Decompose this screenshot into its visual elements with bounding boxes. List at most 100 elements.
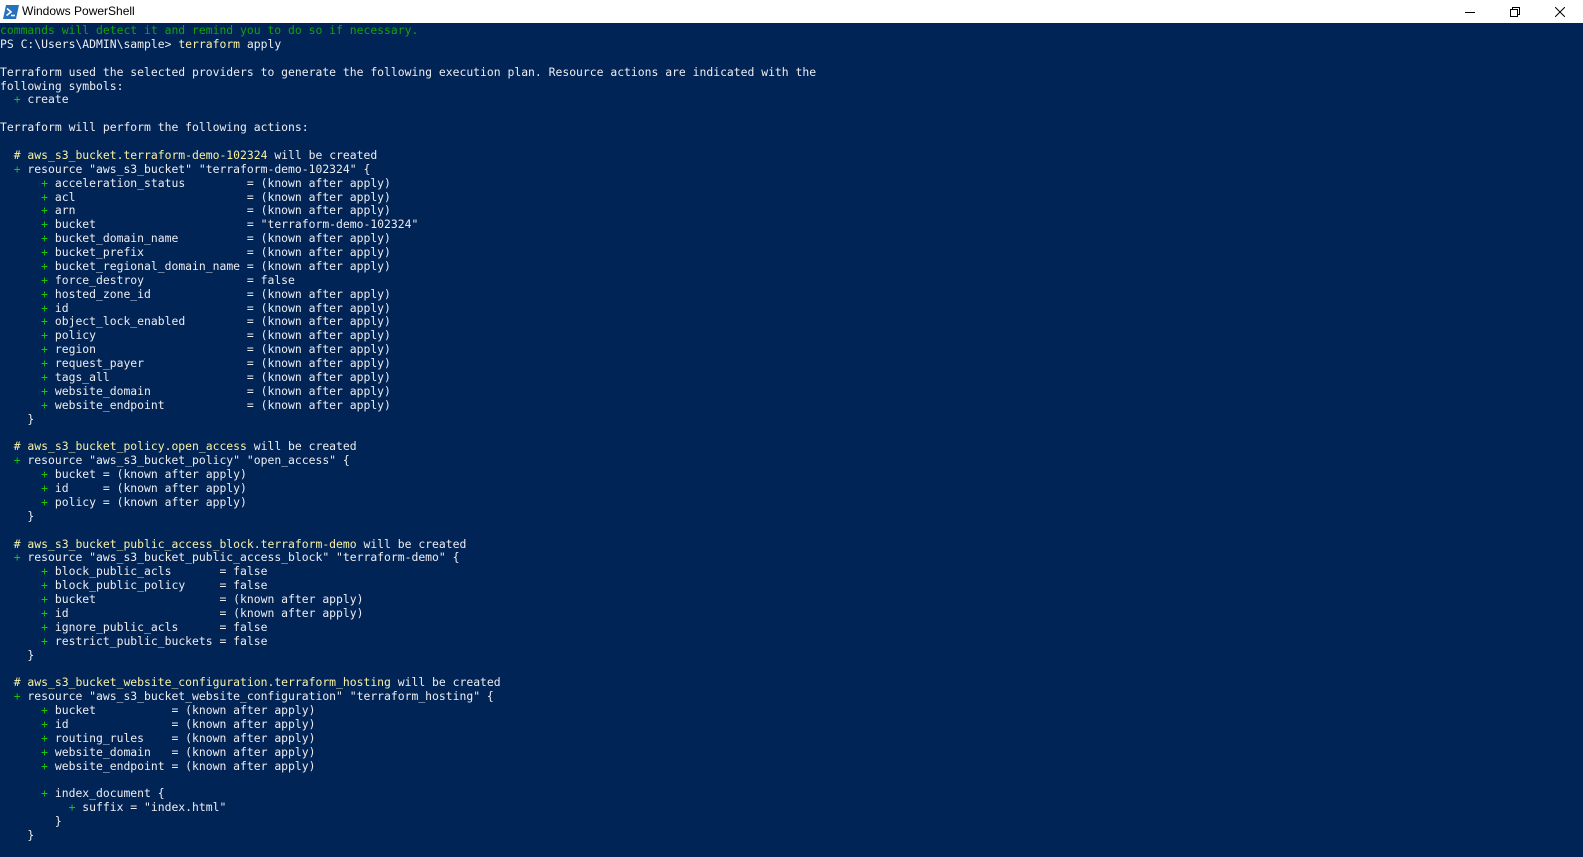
console-line: + resource "aws_s3_bucket_website_config…: [0, 689, 494, 703]
console-text: bucket = "terraform-demo-102324": [48, 217, 419, 232]
console-text: policy = (known after apply): [48, 494, 247, 509]
console-text: # aws_s3_bucket.terraform-demo-102324: [13, 147, 268, 162]
plus-marker: +: [41, 758, 49, 773]
console-text: terraform: [178, 36, 241, 51]
plus-marker: +: [41, 245, 49, 260]
console-line: # aws_s3_bucket_policy.open_access will …: [0, 439, 357, 453]
console-line: + bucket_domain_name = (known after appl…: [0, 231, 391, 245]
console-text: website_endpoint = (known after apply): [48, 397, 391, 412]
console-line: following symbols:: [0, 79, 123, 93]
plus-marker: +: [41, 730, 49, 745]
console-output[interactable]: commands will detect it and remind you t…: [0, 23, 1583, 857]
plus-marker: +: [41, 786, 49, 801]
console-text: create: [20, 92, 69, 107]
minimize-icon: [1464, 2, 1475, 21]
console-text: PS C:\Users\ADMIN\sample>: [0, 36, 179, 51]
console-text: suffix = "index.html": [75, 800, 227, 815]
restore-button[interactable]: [1492, 0, 1537, 23]
console-line: # aws_s3_bucket_public_access_block.terr…: [0, 537, 467, 551]
console-line: + resource "aws_s3_bucket_policy" "open_…: [0, 453, 350, 467]
console-text: region = (known after apply): [48, 342, 391, 357]
close-icon: [1554, 2, 1565, 21]
plus-marker: +: [41, 175, 49, 190]
powershell-icon: [3, 4, 19, 19]
console-text: website_domain = (known after apply): [48, 383, 391, 398]
console-line: + acl = (known after apply): [0, 190, 391, 204]
console-text: commands will detect it and remind you t…: [0, 23, 419, 37]
plus-marker: +: [13, 92, 21, 107]
plus-marker: +: [41, 605, 49, 620]
console-text: bucket = (known after apply): [48, 467, 247, 482]
console-text: will be created: [246, 439, 357, 454]
console-text: }: [0, 828, 35, 843]
window-title: Windows PowerShell: [22, 4, 135, 18]
plus-marker: +: [41, 286, 49, 301]
plus-marker: +: [13, 161, 21, 176]
console-line: + force_destroy = false: [0, 273, 295, 287]
console-text: index_document {: [48, 786, 165, 801]
console-line: + region = (known after apply): [0, 342, 391, 356]
console-line: Terraform will perform the following act…: [0, 120, 309, 134]
console-line: + resource "aws_s3_bucket_public_access_…: [0, 550, 460, 565]
plus-marker: +: [13, 689, 21, 704]
console-line: commands will detect it and remind you t…: [0, 23, 418, 37]
console-text: block_public_acls = false: [48, 564, 268, 579]
console-text: will be created: [390, 675, 501, 690]
plus-marker: +: [41, 467, 49, 482]
console-text: force_destroy = false: [48, 272, 295, 287]
console-line: + id = (known after apply): [0, 481, 247, 495]
console-text: hosted_zone_id = (known after apply): [48, 286, 391, 301]
console-line: # aws_s3_bucket_website_configuration.te…: [0, 675, 501, 689]
console-text: Terraform will perform the following act…: [0, 120, 309, 135]
console-text: id = (known after apply): [48, 605, 364, 620]
console-text: bucket = (known after apply): [48, 703, 316, 718]
console-text: # aws_s3_bucket_website_configuration.te…: [13, 675, 391, 690]
console-line: + block_public_acls = false: [0, 564, 267, 578]
plus-marker: +: [41, 189, 49, 204]
plus-marker: +: [41, 744, 49, 759]
console-text: resource "aws_s3_bucket_website_configur…: [20, 689, 494, 704]
console-text: object_lock_enabled = (known after apply…: [48, 314, 391, 329]
console-text: resource "aws_s3_bucket" "terraform-demo…: [20, 161, 371, 176]
console-line: + hosted_zone_id = (known after apply): [0, 287, 391, 301]
console-text: bucket_regional_domain_name = (known aft…: [48, 258, 391, 273]
console-text: website_domain = (known after apply): [48, 744, 316, 759]
plus-marker: +: [41, 564, 49, 579]
console-line: + restrict_public_buckets = false: [0, 634, 267, 648]
console-text: bucket_prefix = (known after apply): [48, 245, 391, 260]
console-line: + create: [0, 92, 69, 106]
console-text: }: [0, 411, 35, 426]
minimize-button[interactable]: [1447, 0, 1492, 23]
console-line: + request_payer = (known after apply): [0, 356, 391, 370]
plus-marker: +: [41, 383, 49, 398]
console-text: following symbols:: [0, 78, 124, 93]
console-text: }: [0, 508, 35, 523]
console-text: acceleration_status = (known after apply…: [48, 175, 391, 190]
console-line: + website_endpoint = (known after apply): [0, 398, 391, 412]
plus-marker: +: [41, 592, 49, 607]
console-line: + policy = (known after apply): [0, 495, 247, 509]
plus-marker: +: [41, 203, 49, 218]
console-text: bucket_domain_name = (known after apply): [48, 231, 391, 246]
close-button[interactable]: [1537, 0, 1582, 23]
console-text: id = (known after apply): [48, 717, 316, 731]
plus-marker: +: [13, 550, 21, 565]
plus-marker: +: [41, 356, 49, 371]
